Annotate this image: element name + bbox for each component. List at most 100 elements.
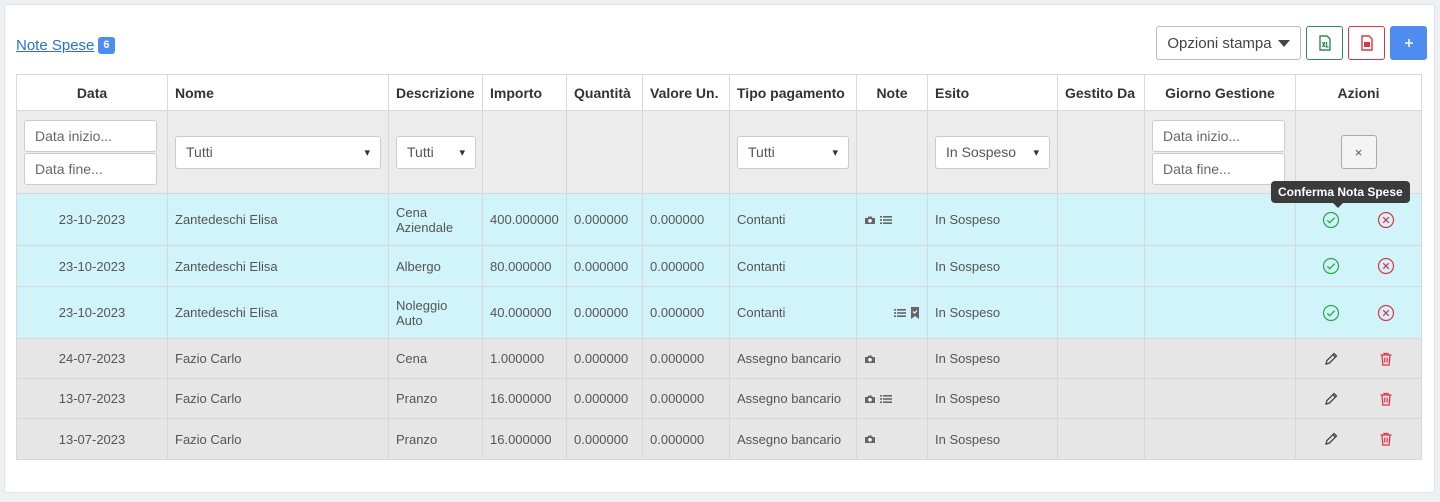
cell-note [856,286,928,339]
clear-filters-button[interactable]: × [1340,135,1377,169]
col-header-valore[interactable]: Valore Un. [642,74,730,111]
cell-gestito [1057,245,1145,287]
table-row[interactable]: 23-10-2023 Zantedeschi Elisa Cena Aziendal… [16,193,1422,246]
filter-esito-value: In Sospeso [946,144,1017,160]
bookmark-icon [910,306,920,319]
trash-icon[interactable] [1378,391,1394,407]
cell-quantita: 0.000000 [566,378,643,419]
table-row[interactable]: 13-07-2023 Fazio Carlo Pranzo 16.000000 0.00… [16,378,1422,419]
cell-nome: Zantedeschi Elisa [167,286,389,339]
cell-quantita: 0.000000 [566,418,643,460]
cell-valore: 0.000000 [642,338,730,379]
camera-icon [864,354,876,364]
filter-empty-cell [1057,110,1145,194]
col-header-nome[interactable]: Nome [167,74,389,111]
confirm-icon[interactable] [1322,304,1340,322]
cell-valore: 0.000000 [642,193,730,246]
cell-valore: 0.000000 [642,286,730,339]
cell-descrizione: Noleggio Auto [388,286,483,339]
list-icon [894,308,906,318]
cell-valore: 0.000000 [642,418,730,460]
col-header-data[interactable]: Data [16,74,168,111]
list-icon [880,394,892,404]
cell-note [856,338,928,379]
edit-pencil-icon[interactable] [1323,351,1339,367]
cell-data: 13-07-2023 [16,418,168,460]
filter-data-start-input[interactable]: Data inizio... [24,119,157,152]
cell-gestito [1057,378,1145,419]
export-pdf-button[interactable] [1348,26,1385,60]
excel-file-icon [1318,35,1331,51]
table-row[interactable]: 23-10-2023 Zantedeschi Elisa Albergo 80.000… [16,245,1422,287]
filter-data-end-input[interactable]: Data fine... [24,152,157,185]
filter-tipo-cell: Tutti ▾ [729,110,857,194]
cell-esito: In Sospeso [927,378,1058,419]
table-row[interactable]: 13-07-2023 Fazio Carlo Pranzo 16.000000 0.00… [16,418,1422,460]
add-expense-button[interactable] [1390,26,1427,60]
filter-nome-select[interactable]: Tutti ▾ [175,135,381,169]
col-header-importo[interactable]: Importo [482,74,567,111]
cell-importo: 16.000000 [482,418,567,460]
cell-note [856,378,928,419]
cell-giorno [1144,245,1296,287]
cell-descrizione: Pranzo [388,378,483,419]
cell-valore: 0.000000 [642,245,730,287]
cell-data: 13-07-2023 [16,378,168,419]
confirm-icon[interactable] [1322,257,1340,275]
filter-empty-cell [642,110,730,194]
filter-giorno-end-input[interactable]: Data fine... [1152,152,1285,185]
confirm-icon[interactable] [1322,211,1340,229]
col-header-quantita[interactable]: Quantità [566,74,643,111]
cell-tipo: Contanti [729,245,857,287]
chevron-down-icon: ▾ [1033,146,1039,159]
print-options-label: Opzioni stampa [1167,34,1272,52]
trash-icon[interactable] [1378,351,1394,367]
cell-giorno [1144,338,1296,379]
filter-descrizione-select[interactable]: Tutti ▾ [396,135,476,169]
cell-note [856,245,928,287]
cell-importo: 80.000000 [482,245,567,287]
cell-importo: 400.000000 [482,193,567,246]
cell-nome: Fazio Carlo [167,418,389,460]
cell-gestito [1057,338,1145,379]
reject-icon[interactable] [1377,211,1395,229]
cell-descrizione: Pranzo [388,418,483,460]
cell-note [856,193,928,246]
col-header-note[interactable]: Note [856,74,928,111]
col-header-tipo[interactable]: Tipo pagamento [729,74,857,111]
cell-quantita: 0.000000 [566,286,643,339]
filter-descrizione-cell: Tutti ▾ [388,110,483,194]
edit-pencil-icon[interactable] [1323,431,1339,447]
cell-esito: In Sospeso [927,286,1058,339]
plus-icon [1404,39,1413,47]
cell-note [856,418,928,460]
trash-icon[interactable] [1378,431,1394,447]
col-header-gestito[interactable]: Gestito Da [1057,74,1145,111]
print-options-button[interactable]: Opzioni stampa [1156,26,1301,60]
table-row[interactable]: 23-10-2023 Zantedeschi Elisa Noleggio Auto… [16,286,1422,339]
reject-icon[interactable] [1377,257,1395,275]
filter-tipo-select[interactable]: Tutti ▾ [737,135,849,169]
camera-icon [864,215,876,225]
filter-esito-cell: In Sospeso ▾ [927,110,1058,194]
cell-giorno [1144,286,1296,339]
edit-pencil-icon[interactable] [1323,391,1339,407]
table-header-row: Data Nome Descrizione Importo Quantità V… [16,74,1422,111]
cell-gestito [1057,418,1145,460]
cell-quantita: 0.000000 [566,245,643,287]
expenses-table: Data Nome Descrizione Importo Quantità V… [16,74,1422,460]
export-excel-button[interactable] [1306,26,1343,60]
page-title-link[interactable]: Note Spese [16,37,94,54]
confirm-tooltip: Conferma Nota Spese [1271,181,1410,208]
col-header-descrizione[interactable]: Descrizione [388,74,483,111]
col-header-esito[interactable]: Esito [927,74,1058,111]
col-header-giorno[interactable]: Giorno Gestione [1144,74,1296,111]
filter-esito-select[interactable]: In Sospeso ▾ [935,135,1050,169]
table-row[interactable]: 24-07-2023 Fazio Carlo Cena 1.000000 0.00000… [16,338,1422,379]
cell-giorno [1144,418,1296,460]
filter-giorno-start-input[interactable]: Data inizio... [1152,119,1285,152]
filter-empty-cell [856,110,928,194]
cell-data: 24-07-2023 [16,338,168,379]
cell-nome: Zantedeschi Elisa [167,193,389,246]
reject-icon[interactable] [1377,304,1395,322]
